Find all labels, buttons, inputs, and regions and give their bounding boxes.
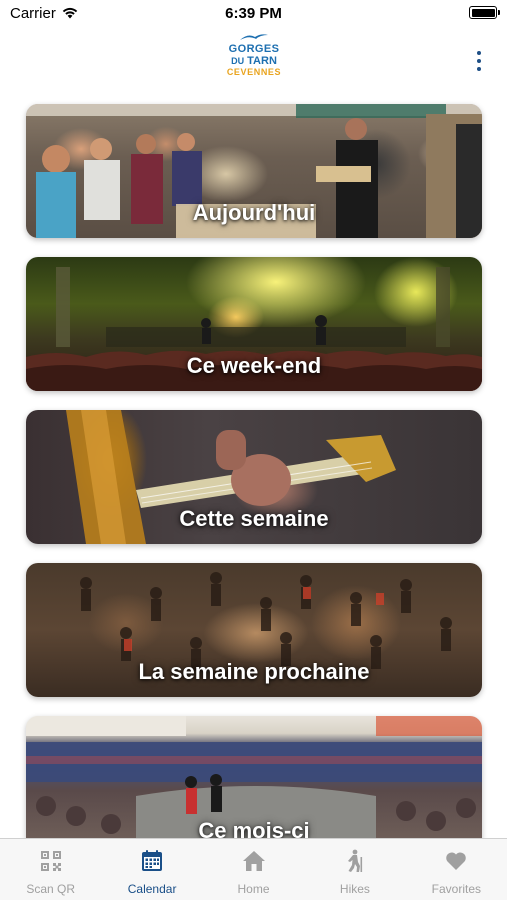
card-title: Aujourd'hui xyxy=(192,200,316,225)
card-this-weekend[interactable]: Ce week-end xyxy=(26,257,482,391)
card-title: La semaine prochaine xyxy=(138,659,370,684)
home-icon xyxy=(242,851,265,871)
tab-bar: Scan QR Calendar Home Hikes Favorites xyxy=(0,838,507,900)
logo-text-gorges: GORGES xyxy=(228,43,280,55)
tab-label: Favorites xyxy=(431,882,481,896)
logo-text-tarn: TARN xyxy=(247,55,277,67)
logo-text-du: DU xyxy=(231,56,245,66)
more-dot xyxy=(477,67,481,71)
tab-scan-qr[interactable]: Scan QR xyxy=(0,839,101,900)
card-title: Cette semaine xyxy=(179,506,329,531)
card-this-week[interactable]: Cette semaine xyxy=(26,410,482,544)
tab-hikes[interactable]: Hikes xyxy=(304,839,405,900)
card-today[interactable]: Aujourd'hui xyxy=(26,104,482,238)
heart-icon xyxy=(446,852,467,870)
tab-label: Home xyxy=(237,882,270,896)
tab-home[interactable]: Home xyxy=(203,839,304,900)
logo-text-du-tarn: DU TARN xyxy=(224,55,284,67)
status-bar: Carrier 6:39 PM xyxy=(0,0,507,28)
tab-label: Scan QR xyxy=(26,882,76,896)
logo-text-cevennes: CEVENNES xyxy=(226,67,282,77)
more-dot xyxy=(477,59,481,63)
hiker-icon xyxy=(347,849,363,872)
nav-header: GORGES DU TARN CEVENNES xyxy=(0,28,507,96)
gorges-du-tarn-logo[interactable]: GORGES DU TARN CEVENNES xyxy=(224,32,284,90)
tab-label: Calendar xyxy=(127,882,177,896)
card-this-month[interactable]: Ce mois-ci xyxy=(26,716,482,840)
bird-logo-icon xyxy=(240,34,268,40)
tab-favorites[interactable]: Favorites xyxy=(406,839,507,900)
more-vertical-icon xyxy=(477,51,481,55)
battery-icon xyxy=(469,6,500,19)
more-options-button[interactable] xyxy=(469,48,489,74)
tab-calendar[interactable]: Calendar xyxy=(101,839,202,900)
card-title: Ce week-end xyxy=(186,353,322,378)
card-next-week[interactable]: La semaine prochaine xyxy=(26,563,482,697)
tab-label: Hikes xyxy=(339,882,370,896)
calendar-icon xyxy=(142,850,163,871)
card-title: Ce mois-ci xyxy=(198,818,310,840)
status-time: 6:39 PM xyxy=(225,5,282,22)
qr-code-icon xyxy=(40,851,61,871)
